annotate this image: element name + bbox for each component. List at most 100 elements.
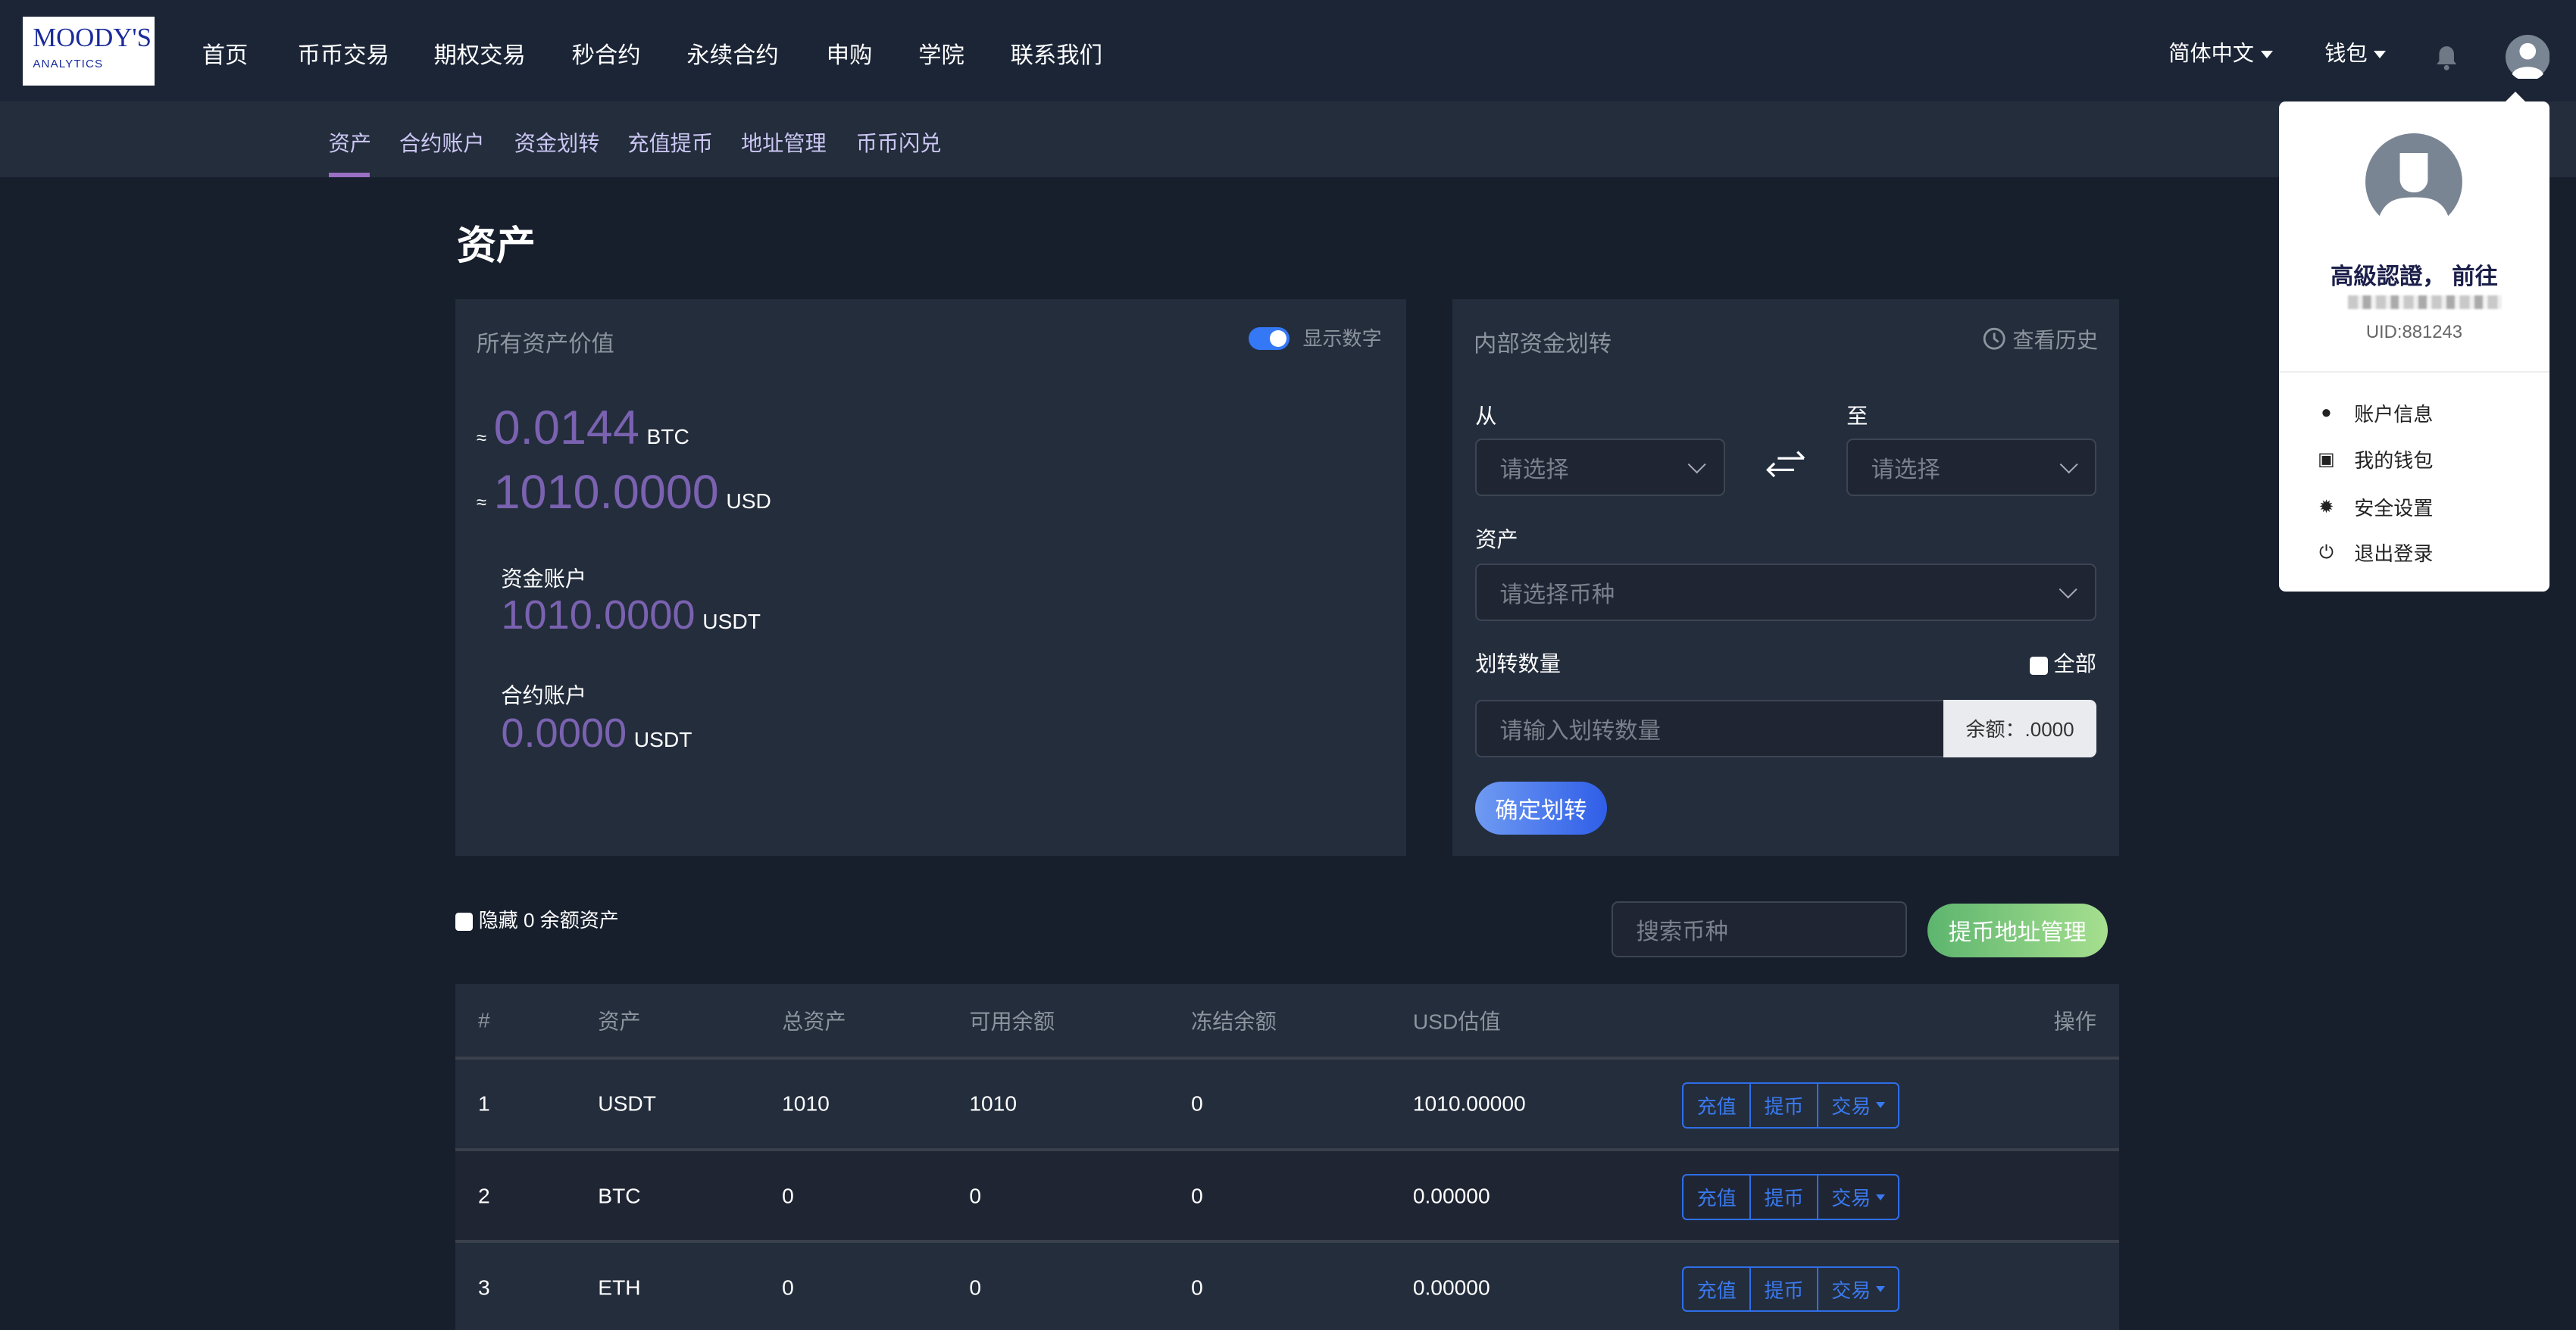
checkbox-icon[interactable]	[2029, 656, 2048, 675]
show-numbers-toggle[interactable]	[1248, 326, 1290, 350]
nav-contact[interactable]: 联系我们	[1011, 36, 1102, 70]
row-actions: 充值 提币 交易	[1682, 1082, 1900, 1129]
action-label: 充值	[1696, 1187, 1737, 1210]
action-label: 交易	[1831, 1094, 1871, 1118]
nav-subscribe[interactable]: 申购	[827, 36, 873, 70]
nav-academy[interactable]: 学院	[918, 36, 964, 70]
asset-name: USDT	[598, 1091, 656, 1116]
trade-dropdown[interactable]: 交易	[1818, 1268, 1898, 1311]
hide-zero-checkbox[interactable]: 隐藏 0 余额资产	[455, 905, 619, 933]
subnav-fund-transfer[interactable]: 资金划转	[514, 126, 600, 158]
coin-select[interactable]: 请选择币种	[1475, 563, 2096, 621]
row-actions: 充值 提币 交易	[1682, 1174, 1900, 1221]
caret-down-icon	[1875, 1286, 1885, 1292]
deposit-button[interactable]: 充值	[1683, 1175, 1752, 1219]
amount-input[interactable]: 请输入划转数量	[1475, 699, 1946, 757]
withdraw-address-button[interactable]: 提币地址管理	[1927, 903, 2109, 958]
confirm-transfer-button[interactable]: 确定划转	[1475, 782, 1607, 835]
withdraw-button[interactable]: 提币	[1751, 1175, 1818, 1219]
user-uid: UID:881243	[2365, 322, 2463, 342]
table-row: 1 USDT 1010 1010 0 1010.00000 充值 提币 交易	[455, 1059, 2120, 1152]
subnav-contract-account[interactable]: 合约账户	[399, 126, 485, 158]
frozen-balance: 0	[1191, 1275, 1203, 1300]
fund-account-value: 1010.0000 USDT	[501, 592, 761, 638]
gear-icon: ✹	[2318, 496, 2334, 517]
menu-security-settings[interactable]: ✹ 安全设置	[2315, 493, 2433, 521]
divider	[2278, 371, 2550, 373]
moodys-logo[interactable]: MOODY'S ANALYTICS	[23, 16, 155, 86]
toggle-label: 显示数字	[1302, 327, 1382, 351]
assets-table: # 资产 总资产 可用余额 冻结余额 USD估值 操作 1 USDT 1010 101…	[455, 983, 2120, 1330]
sub-navbar	[0, 101, 2576, 178]
subnav-deposit-withdraw[interactable]: 充值提币	[627, 126, 713, 158]
search-coin-input[interactable]: 搜索币种	[1612, 901, 1908, 958]
nav-options[interactable]: 期权交易	[433, 36, 525, 70]
menu-my-wallet[interactable]: ▣ 我的钱包	[2315, 445, 2433, 473]
caret-down-icon	[1875, 1194, 1885, 1200]
available-balance: 0	[969, 1183, 982, 1208]
caret-down-icon	[2374, 51, 2387, 58]
to-label: 至	[1846, 403, 1868, 428]
deposit-button[interactable]: 充值	[1683, 1083, 1752, 1127]
nav-home[interactable]: 首页	[202, 36, 249, 70]
trade-dropdown[interactable]: 交易	[1818, 1084, 1898, 1127]
contract-account-label: 合约账户	[501, 682, 587, 707]
row-index: 3	[477, 1275, 490, 1300]
action-label: 充值	[1696, 1094, 1737, 1118]
wallet-icon: ▣	[2318, 448, 2335, 470]
asset-summary-card: 所有资产价值 显示数字 ≈ 0.0144 BTC ≈ 1010.0000 USD…	[455, 298, 1407, 856]
all-checkbox[interactable]: 全部	[2029, 647, 2096, 678]
nav-perpetual[interactable]: 永续合约	[686, 36, 778, 70]
nav-spot[interactable]: 币币交易	[297, 36, 389, 70]
withdraw-button[interactable]: 提币	[1751, 1083, 1818, 1127]
subnav-address-management[interactable]: 地址管理	[741, 126, 827, 158]
avatar-button[interactable]	[2505, 34, 2550, 80]
page-title: 资产	[456, 223, 536, 268]
power-icon: ⏻	[2319, 542, 2334, 563]
swap-icon[interactable]	[1765, 447, 1807, 483]
to-account-select[interactable]: 请选择	[1846, 438, 2096, 496]
avatar-large	[2365, 133, 2463, 230]
caret-down-icon	[1875, 1102, 1885, 1108]
frozen-balance: 0	[1191, 1183, 1203, 1208]
menu-logout[interactable]: ⏻ 退出登录	[2315, 539, 2433, 567]
wallet-dropdown[interactable]: 钱包	[2324, 36, 2387, 67]
action-label: 提币	[1764, 1094, 1804, 1118]
nav-second-contract[interactable]: 秒合约	[572, 36, 641, 70]
amount-label: 划转数量	[1475, 651, 1561, 676]
btc-total: ≈ 0.0144 BTC	[476, 401, 689, 455]
asset-label: 资产	[1475, 526, 1518, 551]
internal-transfer-card: 内部资金划转 查看历史 从 至 请选择 请选择 资产 请选择币种 划转数量 全部…	[1452, 298, 2120, 856]
trade-dropdown[interactable]: 交易	[1818, 1175, 1898, 1219]
action-label: 提币	[1764, 1278, 1804, 1302]
subnav-assets[interactable]: 资产	[329, 126, 371, 158]
active-tab-indicator	[328, 172, 370, 178]
subnav-flash-swap[interactable]: 币币闪兑	[856, 126, 942, 158]
from-account-select[interactable]: 请选择	[1475, 438, 1725, 496]
verification-link[interactable]: 高級認證， 前往	[2279, 258, 2550, 291]
user-menu-dropdown: 高級認證， 前往 UID:881243 ● 账户信息 ▣ 我的钱包 ✹ 安全设置 ⏻ 退…	[2278, 92, 2550, 592]
available-balance: 1010	[969, 1091, 1018, 1116]
action-label: 充值	[1696, 1278, 1737, 1302]
from-label: 从	[1475, 403, 1497, 428]
language-dropdown[interactable]: 简体中文	[2168, 36, 2273, 67]
available-balance: 0	[969, 1275, 982, 1300]
row-index: 2	[477, 1183, 490, 1208]
transfer-title: 内部资金划转	[1474, 332, 1612, 357]
checkbox-icon[interactable]	[455, 912, 474, 931]
bell-icon[interactable]	[2435, 45, 2458, 71]
total-assets: 0	[782, 1275, 794, 1300]
usd-value: 1010.00000	[1412, 1091, 1526, 1116]
asset-name: BTC	[598, 1183, 641, 1208]
action-label: 提币	[1764, 1187, 1804, 1210]
clock-icon	[1984, 328, 2005, 351]
view-history-link[interactable]: 查看历史	[1983, 323, 2098, 354]
deposit-button[interactable]: 充值	[1683, 1267, 1752, 1311]
menu-account-info[interactable]: ● 账户信息	[2315, 399, 2433, 427]
withdraw-button[interactable]: 提币	[1751, 1267, 1818, 1311]
table-row: 2 BTC 0 0 0 0.00000 充值 提币 交易	[455, 1151, 2120, 1244]
chevron-down-icon	[2059, 579, 2078, 599]
action-label: 交易	[1831, 1187, 1871, 1210]
contract-account-value: 0.0000 USDT	[501, 710, 692, 756]
usd-value: 0.00000	[1412, 1275, 1490, 1300]
